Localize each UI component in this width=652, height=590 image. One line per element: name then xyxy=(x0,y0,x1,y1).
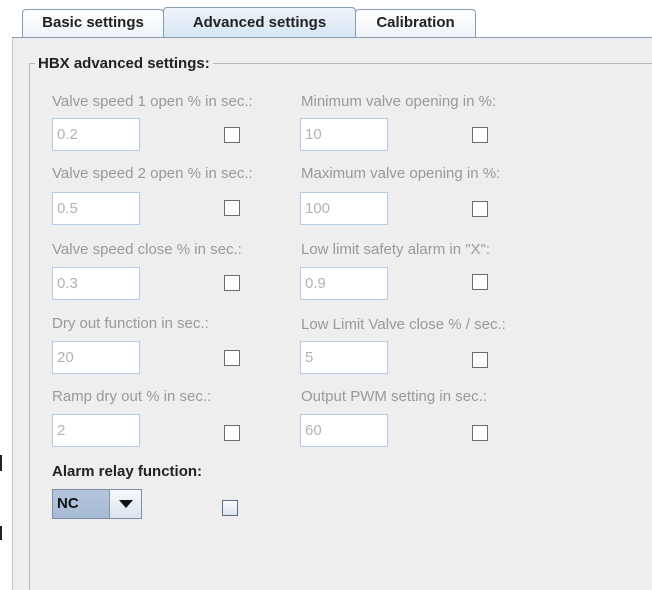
low-limit-valve-close-field[interactable]: 5 xyxy=(300,341,388,374)
ramp-dry-out-checkbox[interactable] xyxy=(224,425,240,441)
settings-window: Basic settings Advanced settings Calibra… xyxy=(0,0,652,590)
ramp-dry-out-label: Ramp dry out % in sec.: xyxy=(52,388,212,405)
chevron-down-icon xyxy=(119,500,133,508)
low-limit-alarm-field[interactable]: 0.9 xyxy=(300,267,388,300)
dropdown-button[interactable] xyxy=(109,490,141,518)
valve-speed-close-checkbox[interactable] xyxy=(224,275,240,291)
max-valve-opening-checkbox[interactable] xyxy=(472,201,488,217)
dry-out-function-field[interactable]: 20 xyxy=(52,341,140,374)
valve-speed-2-field[interactable]: 0.5 xyxy=(52,192,140,225)
min-valve-opening-label: Minimum valve opening in %: xyxy=(301,93,497,110)
valve-speed-2-label: Valve speed 2 open % in sec.: xyxy=(52,165,253,182)
panel-left-border xyxy=(12,38,13,590)
alarm-relay-selected-value: NC xyxy=(53,490,109,518)
tab-calibration[interactable]: Calibration xyxy=(355,9,476,37)
window-edge-mark xyxy=(0,455,2,471)
max-valve-opening-label: Maximum valve opening in %: xyxy=(301,165,501,182)
valve-speed-1-label: Valve speed 1 open % in sec.: xyxy=(52,93,253,110)
valve-speed-close-label: Valve speed close % in sec.: xyxy=(52,241,242,258)
min-valve-opening-field[interactable]: 10 xyxy=(300,118,388,151)
max-valve-opening-field[interactable]: 100 xyxy=(300,192,388,225)
window-edge-mark xyxy=(0,526,2,540)
ramp-dry-out-field[interactable]: 2 xyxy=(52,414,140,447)
alarm-relay-select[interactable]: NC xyxy=(52,489,142,519)
alarm-relay-function-label: Alarm relay function: xyxy=(52,463,203,480)
output-pwm-field[interactable]: 60 xyxy=(300,414,388,447)
valve-speed-1-field[interactable]: 0.2 xyxy=(52,118,140,151)
low-limit-alarm-checkbox[interactable] xyxy=(472,274,488,290)
tab-basic-settings[interactable]: Basic settings xyxy=(22,9,164,37)
output-pwm-checkbox[interactable] xyxy=(472,425,488,441)
valve-speed-close-field[interactable]: 0.3 xyxy=(52,267,140,300)
valve-speed-2-checkbox[interactable] xyxy=(224,200,240,216)
dry-out-function-checkbox[interactable] xyxy=(224,350,240,366)
group-title: HBX advanced settings: xyxy=(35,55,213,72)
tab-advanced-settings[interactable]: Advanced settings xyxy=(163,7,356,38)
output-pwm-label: Output PWM setting in sec.: xyxy=(301,388,487,405)
low-limit-valve-close-checkbox[interactable] xyxy=(472,352,488,368)
low-limit-valve-close-label: Low Limit Valve close % / sec.: xyxy=(301,316,506,333)
valve-speed-1-checkbox[interactable] xyxy=(224,127,240,143)
alarm-relay-checkbox[interactable] xyxy=(222,500,238,516)
tab-divider xyxy=(12,37,652,38)
dry-out-function-label: Dry out function in sec.: xyxy=(52,315,209,332)
low-limit-alarm-label: Low limit safety alarm in "X": xyxy=(301,241,491,258)
min-valve-opening-checkbox[interactable] xyxy=(472,127,488,143)
